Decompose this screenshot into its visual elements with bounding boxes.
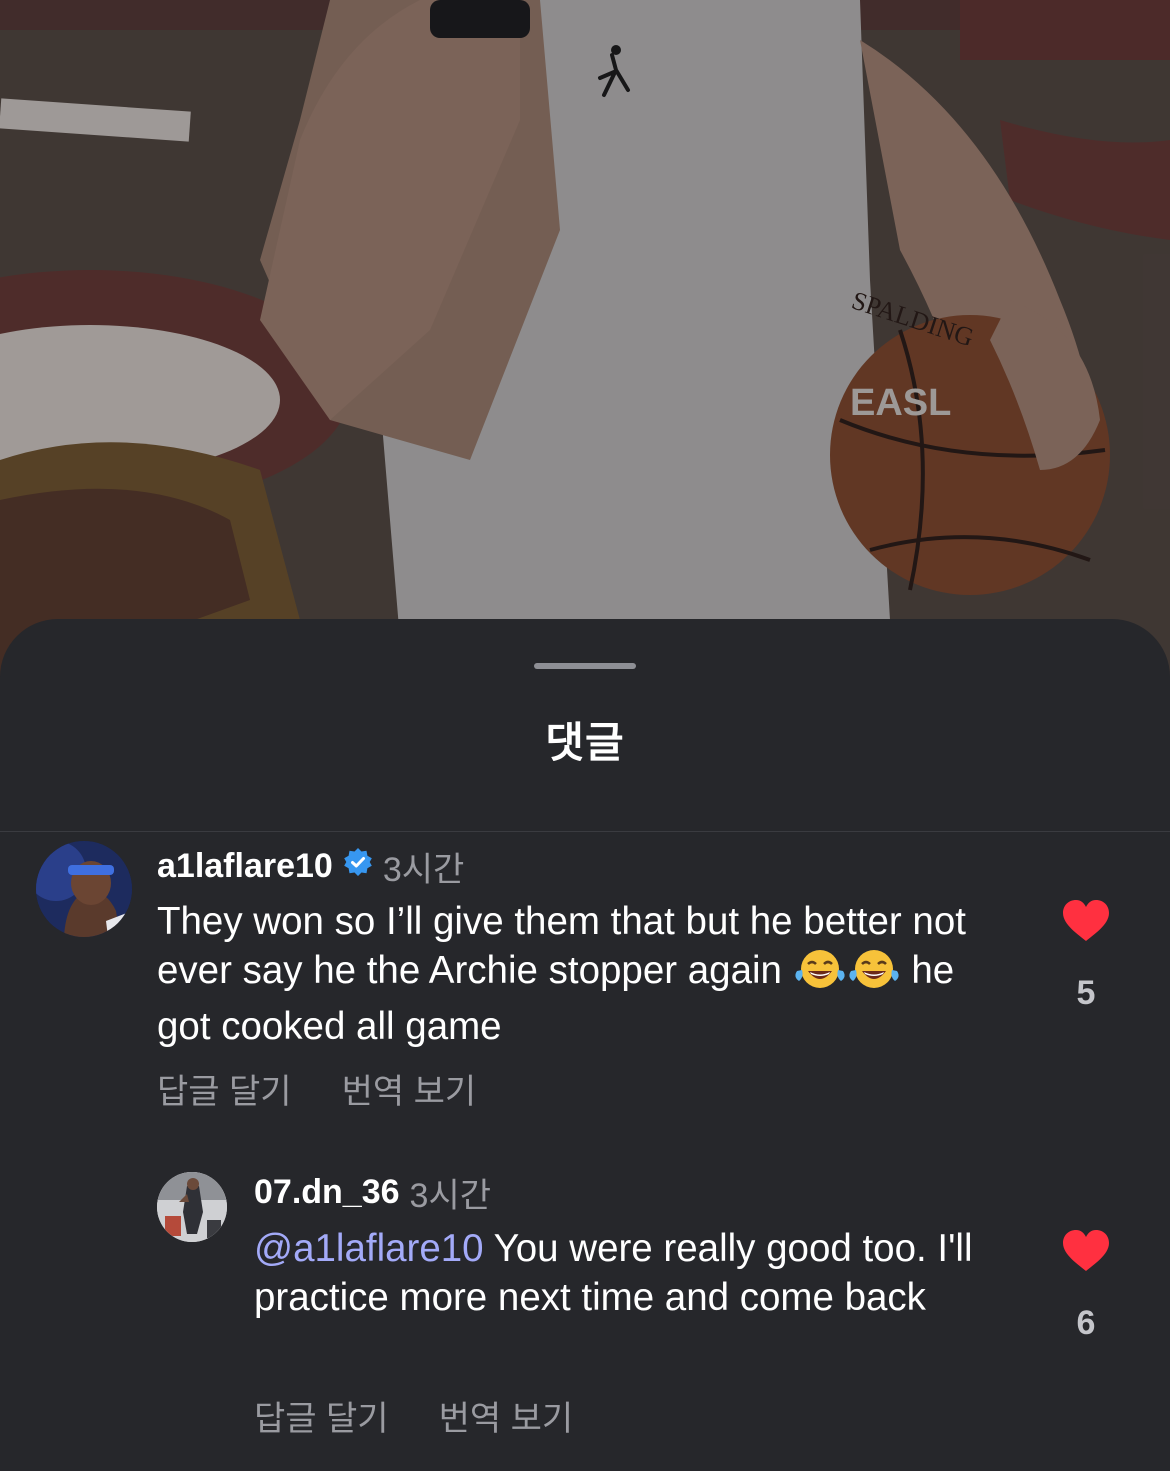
- comment-actions: 답글 달기 번역 보기: [254, 1391, 573, 1440]
- comment-timestamp: 3시간: [409, 1176, 492, 1215]
- comment-header: a1laflare10 3시간: [157, 844, 465, 889]
- reply-button[interactable]: 답글 달기: [157, 1064, 292, 1113]
- user-mention-link[interactable]: @a1laflare10: [254, 1227, 484, 1270]
- like-control: 5: [1056, 899, 1116, 1013]
- photo-dim-overlay: [0, 0, 1170, 720]
- verified-badge-icon: [343, 847, 373, 886]
- comment-username[interactable]: 07.dn_36: [254, 1173, 400, 1212]
- see-translation-button[interactable]: 번역 보기: [439, 1391, 574, 1440]
- reply-button[interactable]: 답글 달기: [254, 1391, 389, 1440]
- comment-timestamp: 3시간: [382, 850, 465, 889]
- comment-actions: 답글 달기 번역 보기: [157, 1064, 476, 1113]
- comment-text: They won so I’ll give them that but he b…: [157, 898, 1007, 1052]
- comment-text: @a1laflare10 You were really good too. I…: [254, 1225, 994, 1322]
- heart-icon[interactable]: [1061, 900, 1111, 947]
- comment-header: 07.dn_36 3시간: [254, 1170, 492, 1215]
- see-translation-button[interactable]: 번역 보기: [342, 1064, 477, 1113]
- comments-sheet: 댓글 a1laflare10 3시간 They won so I’ll give…: [0, 619, 1170, 1471]
- comment-username[interactable]: a1laflare10: [157, 847, 333, 886]
- heart-icon[interactable]: [1061, 1230, 1111, 1277]
- tears-of-joy-emoji-icon: [847, 947, 901, 1004]
- comments-screen: EASL SPALDING 댓글 a1laflare10 3시간 They wo…: [0, 0, 1170, 1471]
- tears-of-joy-emoji-icon: [793, 947, 847, 1004]
- avatar-image: [36, 841, 132, 937]
- like-control: 6: [1056, 1229, 1116, 1343]
- sheet-grabber-handle[interactable]: [534, 663, 636, 669]
- header-divider: [0, 831, 1170, 832]
- like-count: 6: [1076, 1304, 1096, 1342]
- avatar[interactable]: [36, 841, 132, 937]
- post-photo: EASL SPALDING: [0, 0, 1170, 720]
- like-count: 5: [1076, 974, 1096, 1012]
- sheet-title: 댓글: [545, 719, 625, 766]
- avatar-image: [157, 1172, 227, 1242]
- avatar[interactable]: [157, 1172, 227, 1242]
